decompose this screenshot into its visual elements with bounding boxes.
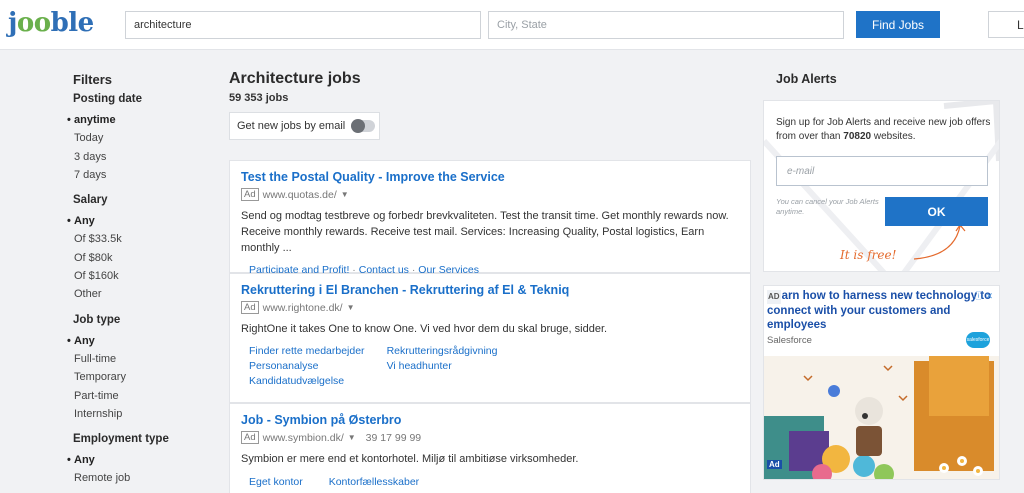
filter-group: Posting date anytimeToday3 days7 days	[67, 93, 207, 184]
ad-choices-icon[interactable]: ⓘ ✕	[974, 289, 993, 302]
caret-down-icon[interactable]: ▼	[348, 433, 356, 442]
job-description: Symbion er mere end et kontorhotel. Milj…	[241, 453, 579, 465]
job-title[interactable]: Test the Postal Quality - Improve the Se…	[241, 170, 739, 184]
filter-option[interactable]: Temporary	[67, 368, 207, 386]
jooble-logo[interactable]: jooble	[8, 8, 94, 38]
display-ad[interactable]: AD arn how to harness new technology to c…	[763, 285, 1000, 480]
filter-option[interactable]: Today	[67, 129, 207, 147]
job-card[interactable]: Rekruttering i El Branchen - Rekrutterin…	[229, 273, 751, 403]
sitelink[interactable]: Rekrutteringsrådgivning	[387, 344, 498, 359]
filter-option[interactable]: Of $33.5k	[67, 230, 207, 248]
ad-illustration	[764, 356, 999, 479]
job-description: Send og modtag testbreve og forbedr brev…	[241, 210, 729, 254]
phone-number[interactable]: 39 17 99 99	[366, 432, 421, 444]
ad-url-row: Ad www.rightone.dk/ ▼	[241, 301, 739, 314]
ad-sponsor: Salesforce	[767, 335, 812, 346]
top-bar: jooble Find Jobs L	[0, 0, 1024, 50]
ad-badge: Ad	[767, 460, 782, 469]
salesforce-logo: salesforce	[966, 332, 990, 348]
caret-down-icon[interactable]: ▼	[347, 303, 355, 312]
filter-group-title: Salary	[73, 194, 108, 207]
email-field[interactable]	[776, 156, 988, 186]
caret-down-icon[interactable]: ▼	[341, 190, 349, 199]
search-input[interactable]	[125, 11, 481, 39]
filter-option[interactable]: Remote job	[67, 469, 207, 487]
ad-badge: Ad	[241, 188, 259, 201]
ad-url: www.rightone.dk/	[262, 301, 343, 314]
sitelink[interactable]: Vi headhunter	[387, 359, 498, 374]
filter-option[interactable]: Any	[67, 451, 207, 469]
job-card[interactable]: Test the Postal Quality - Improve the Se…	[229, 160, 751, 276]
filters-sidebar: Filters Posting date anytimeToday3 days7 …	[67, 72, 207, 493]
ok-button[interactable]: OK	[885, 197, 988, 226]
job-alerts-heading: Job Alerts	[776, 72, 837, 86]
job-title[interactable]: Job - Symbion på Østerbro	[241, 413, 739, 427]
email-toggle-label: Get new jobs by email	[237, 120, 346, 132]
ad-headline[interactable]: AD arn how to harness new technology to c…	[767, 289, 997, 332]
filter-option[interactable]: Any	[67, 212, 207, 230]
job-description: RightOne it takes One to know One. Vi ve…	[241, 323, 608, 335]
sitelinks: Eget kontor Kontorfællesskaber	[241, 476, 739, 488]
free-label: It is free!	[840, 248, 897, 262]
sitelinks: Finder rette medarbejder Personanalyse K…	[241, 344, 739, 389]
filter-group-title: Employment type	[73, 433, 169, 446]
ad-url: www.quotas.de/	[262, 188, 337, 201]
ad-badge: Ad	[241, 301, 259, 314]
filter-option[interactable]: 3 days	[67, 148, 207, 166]
filter-option[interactable]: Full-time	[67, 350, 207, 368]
filter-option[interactable]: Other	[67, 285, 207, 303]
filter-option[interactable]: Part-time	[67, 387, 207, 405]
cancel-note: You can cancel your Job Alerts anytime.	[776, 197, 879, 216]
email-alert-toggle[interactable]: Get new jobs by email	[229, 112, 380, 140]
filter-option[interactable]: anytime	[67, 111, 207, 129]
filter-group: Employment type AnyRemote job	[67, 433, 207, 488]
job-card[interactable]: Job - Symbion på Østerbro Ad www.symbion…	[229, 403, 751, 493]
toggle-switch[interactable]	[351, 119, 376, 133]
login-button[interactable]: L	[988, 11, 1024, 38]
ad-url-row: Ad www.quotas.de/ ▼	[241, 188, 739, 201]
sitelink[interactable]: Kandidatudvælgelse	[249, 374, 365, 389]
filter-group-title: Posting date	[73, 93, 143, 105]
filter-option[interactable]: 7 days	[67, 166, 207, 184]
find-jobs-button[interactable]: Find Jobs	[856, 11, 940, 38]
ad-url-row: Ad www.symbion.dk/ ▼ 39 17 99 99	[241, 431, 739, 444]
job-title[interactable]: Rekruttering i El Branchen - Rekrutterin…	[241, 283, 739, 297]
results-column: Architecture jobs 59 353 jobs Get new jo…	[229, 70, 751, 493]
filter-group: Job type AnyFull-timeTemporaryPart-timeIn…	[67, 314, 207, 423]
sitelink[interactable]: Finder rette medarbejder	[249, 344, 365, 359]
filters-heading: Filters	[73, 72, 113, 87]
job-alerts-description: Sign up for Job Alerts and receive new j…	[776, 117, 991, 142]
job-alerts-box: Sign up for Job Alerts and receive new j…	[763, 100, 1000, 272]
filter-option[interactable]: Internship	[67, 405, 207, 423]
job-count: 59 353 jobs	[229, 92, 289, 104]
filter-option[interactable]: Any	[67, 332, 207, 350]
sitelink[interactable]: Eget kontor	[249, 476, 303, 488]
filter-option[interactable]: Of $160k	[67, 267, 207, 285]
sitelink[interactable]: Kontorfællesskaber	[329, 476, 419, 488]
filter-group-title: Job type	[73, 313, 121, 326]
filter-option[interactable]: Of $80k	[67, 249, 207, 267]
ad-badge: Ad	[241, 431, 259, 444]
city-input[interactable]	[488, 11, 844, 39]
sitelink[interactable]: Personanalyse	[249, 359, 365, 374]
ad-url: www.symbion.dk/	[262, 431, 344, 444]
page-title: Architecture jobs	[229, 70, 361, 87]
filter-group: Salary AnyOf $33.5kOf $80kOf $160kOther	[67, 194, 207, 303]
ad-tag: AD	[767, 290, 781, 304]
